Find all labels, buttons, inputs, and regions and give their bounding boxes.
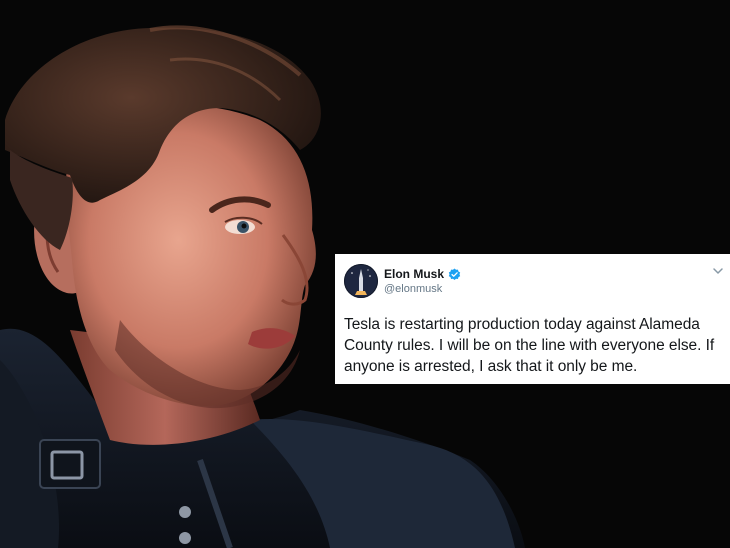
tweet-name-row: Elon Musk: [384, 266, 461, 282]
image-canvas: Elon Musk @elonmusk Tesla is restarting …: [0, 0, 730, 548]
tweet-display-name[interactable]: Elon Musk: [384, 266, 444, 282]
tweet-card[interactable]: Elon Musk @elonmusk Tesla is restarting …: [335, 254, 730, 384]
verified-badge-icon: [448, 268, 461, 281]
tweet-handle[interactable]: @elonmusk: [384, 282, 442, 296]
avatar-icon[interactable]: [344, 264, 378, 298]
chevron-down-icon[interactable]: [712, 266, 724, 276]
tweet-text: Tesla is restarting production today aga…: [344, 316, 715, 375]
